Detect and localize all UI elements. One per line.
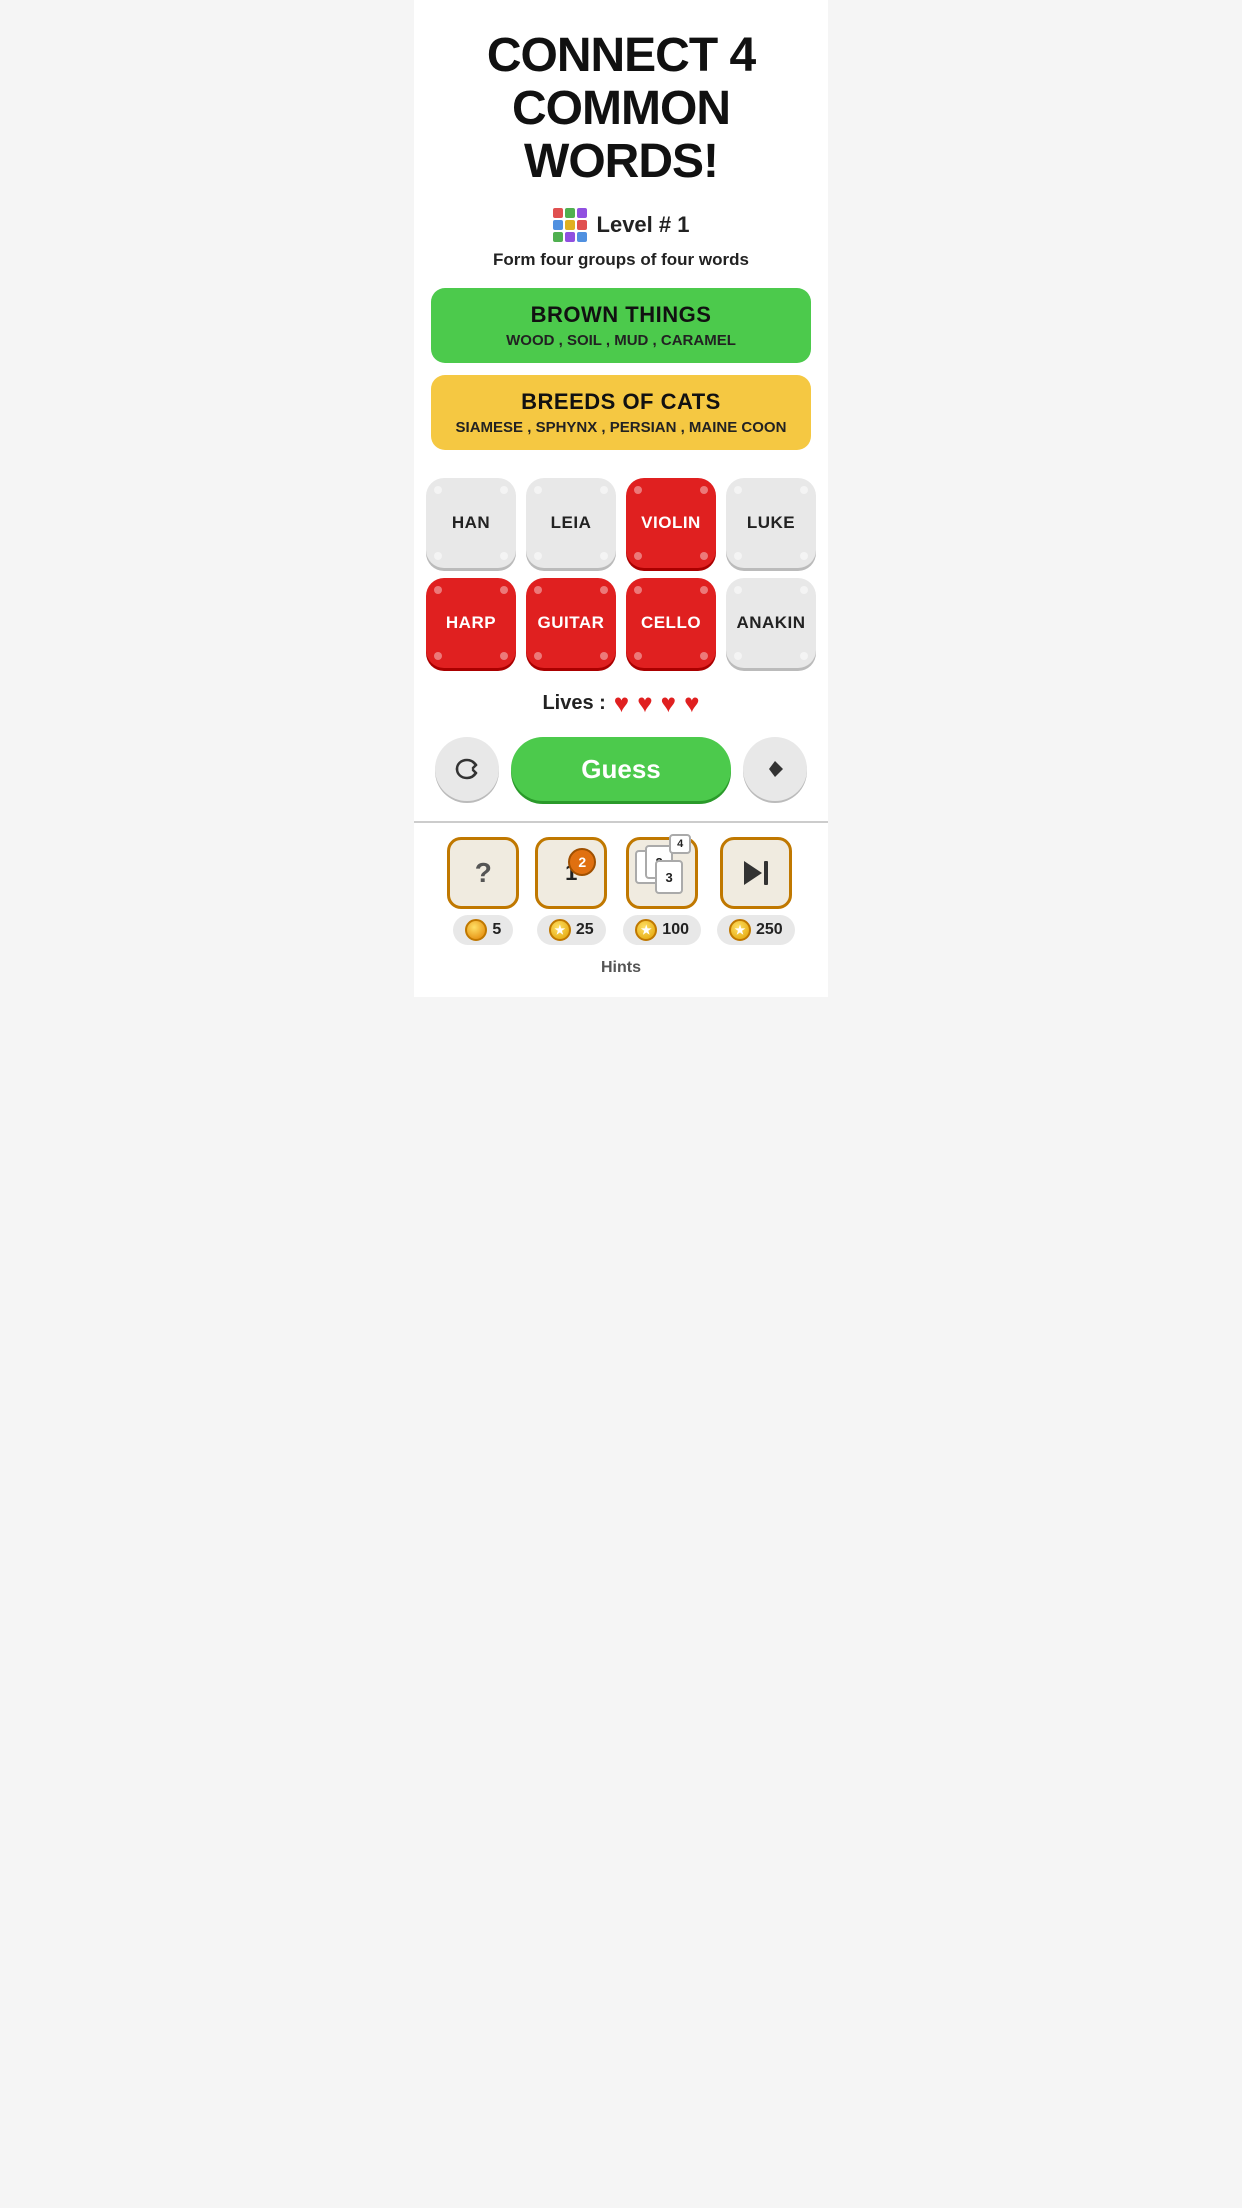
tile-anakin[interactable]: ANAKIN [726,578,816,668]
hint-shuffle12-button[interactable]: 1 2 [535,837,607,909]
hint1-cost: 5 [492,921,501,939]
tile-harp[interactable]: HARP [426,578,516,668]
hint4-coin-row: 250 [717,915,795,945]
coin-2 [549,919,571,941]
coin-3 [635,919,657,941]
hint-item-1: ? 5 [447,837,519,945]
tile-luke[interactable]: LUKE [726,478,816,568]
category-card-2: BREEDS OF CATS SIAMESE , SPHYNX , PERSIA… [431,375,811,450]
guess-button[interactable]: Guess [511,737,731,801]
heart-1: ♥ [614,688,629,719]
hint1-coin-row: 5 [453,915,513,945]
tile-cello[interactable]: CELLO [626,578,716,668]
erase-button[interactable] [743,737,807,801]
hint-item-3: 1 2 4 3 100 [623,837,701,945]
hint-item-4: 250 [717,837,795,945]
hint3-coin-row: 100 [623,915,701,945]
app-container: CONNECT 4 COMMON WORDS! Level # 1 Form f… [414,0,828,997]
tile-leia[interactable]: LEIA [526,478,616,568]
hint-question-button[interactable]: ? [447,837,519,909]
page-title: CONNECT 4 COMMON WORDS! [414,30,828,188]
level-label: Level # 1 [597,212,690,238]
cat1-title: BROWN THINGS [451,302,791,328]
hint3-cost: 100 [662,921,689,939]
cat2-title: BREEDS OF CATS [451,389,791,415]
word-grid: HAN LEIA VIOLIN LUKE [426,478,816,668]
shuffle-button[interactable] [435,737,499,801]
heart-2: ♥ [637,688,652,719]
heart-4: ♥ [684,688,699,719]
level-row: Level # 1 [553,208,690,242]
hint-shuffle123-button[interactable]: 1 2 4 3 [626,837,698,909]
hints-section: ? 5 1 2 25 [414,821,828,997]
subtitle-text: Form four groups of four words [493,250,749,270]
erase-icon [761,755,789,783]
hints-row: ? 5 1 2 25 [447,837,794,945]
shuffle-icon [453,755,481,783]
category-card-1: BROWN THINGS WOOD , SOIL , MUD , CARAMEL [431,288,811,363]
hints-label: Hints [601,959,641,977]
cat1-words: WOOD , SOIL , MUD , CARAMEL [451,332,791,349]
cat2-words: SIAMESE , SPHYNX , PERSIAN , MAINE COON [451,419,791,436]
tile-han[interactable]: HAN [426,478,516,568]
lives-label: Lives : [542,692,605,715]
heart-3: ♥ [661,688,676,719]
hint2-coin-row: 25 [537,915,606,945]
coin-4 [729,919,751,941]
hint4-cost: 250 [756,921,783,939]
tile-violin[interactable]: VIOLIN [626,478,716,568]
tile-guitar[interactable]: GUITAR [526,578,616,668]
coin-1 [465,919,487,941]
hint-item-2: 1 2 25 [535,837,607,945]
hint-skip-button[interactable] [720,837,792,909]
lives-row: Lives : ♥ ♥ ♥ ♥ [542,688,699,719]
bottom-buttons: Guess [435,737,807,801]
hint2-cost: 25 [576,921,594,939]
grid-icon [553,208,587,242]
